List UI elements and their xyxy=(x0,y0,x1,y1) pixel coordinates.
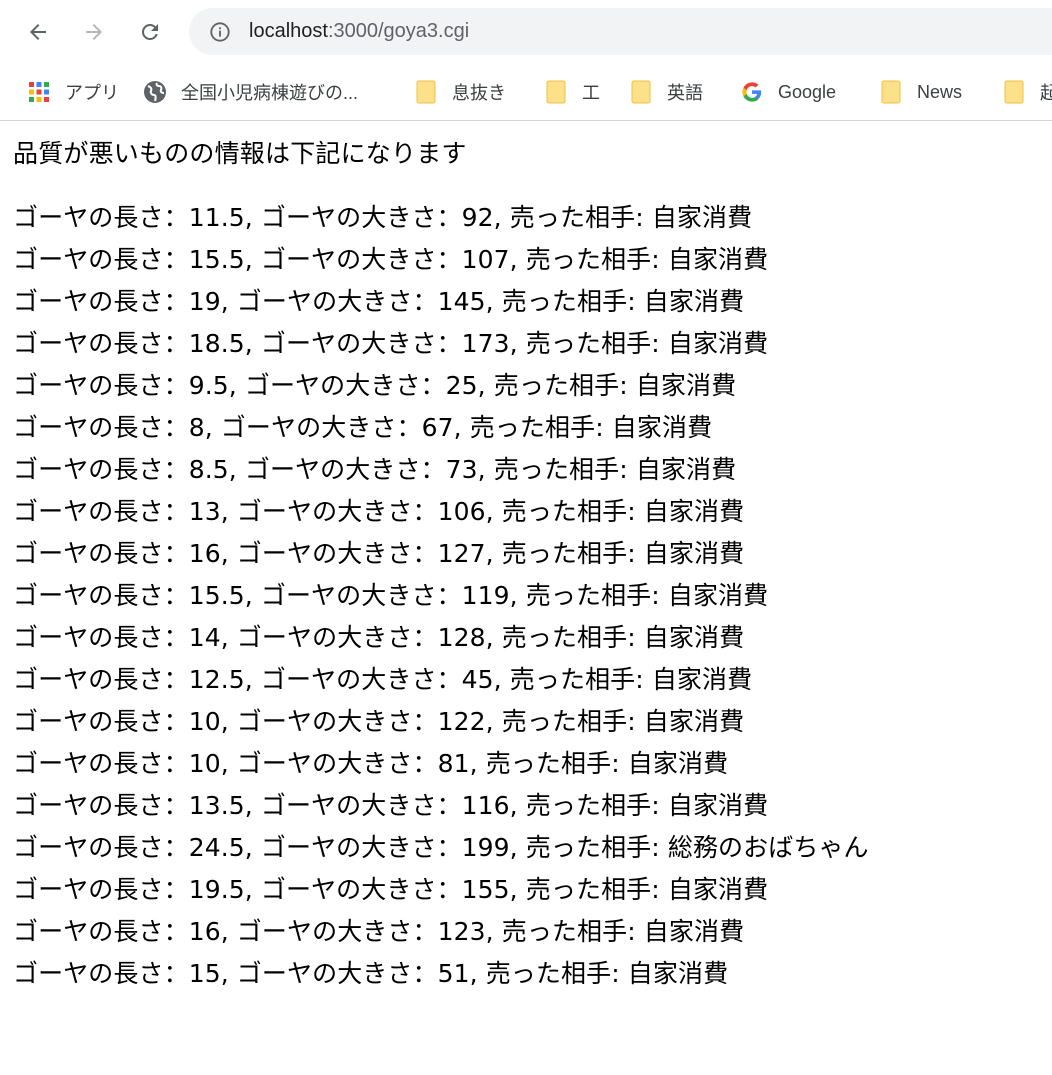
goya-list: ゴーヤの長さ：11.5, ゴーヤの大きさ：92, 売った相手: 自家消費 ゴーヤの… xyxy=(13,197,1052,995)
bookmark-label: News xyxy=(917,81,963,102)
bookmark-folder-news[interactable]: News xyxy=(879,64,962,120)
bookmark-label: アプリ xyxy=(65,83,119,103)
address-bar[interactable]: localhost:3000/goya3.cgi xyxy=(189,8,1052,55)
reload-button[interactable] xyxy=(132,14,168,50)
folder-icon xyxy=(544,80,568,104)
list-item: ゴーヤの長さ：10, ゴーヤの大きさ：122, 売った相手: 自家消費 xyxy=(13,707,745,736)
bookmark-label: 英語 xyxy=(667,83,703,103)
list-item: ゴーヤの長さ：8.5, ゴーヤの大きさ：73, 売った相手: 自家消費 xyxy=(13,455,737,484)
url-host: localhost xyxy=(249,20,328,42)
bookmark-site[interactable]: 全国小児病棟遊びの... xyxy=(143,64,358,120)
bookmark-folder-eigo[interactable]: 英語 xyxy=(629,64,703,120)
list-item: ゴーヤの長さ：24.5, ゴーヤの大きさ：199, 売った相手: 総務のおばちゃ… xyxy=(13,833,869,862)
bookmark-label: 息抜き xyxy=(452,83,506,103)
apps-grid-icon xyxy=(27,80,51,104)
bookmark-label: 全国小児病棟遊びの... xyxy=(181,83,359,103)
url-path: :3000/goya3.cgi xyxy=(327,20,470,42)
bookmark-label: Google xyxy=(778,81,837,102)
folder-icon xyxy=(414,80,438,104)
list-item: ゴーヤの長さ：15, ゴーヤの大きさ：51, 売った相手: 自家消費 xyxy=(13,959,729,988)
list-item: ゴーヤの長さ：19.5, ゴーヤの大きさ：155, 売った相手: 自家消費 xyxy=(13,875,769,904)
list-item: ゴーヤの長さ：12.5, ゴーヤの大きさ：45, 売った相手: 自家消費 xyxy=(13,665,753,694)
url-text: localhost:3000/goya3.cgi xyxy=(249,20,469,43)
bookmark-folder-ikinuki[interactable]: 息抜き xyxy=(414,64,506,120)
back-button[interactable] xyxy=(20,14,56,50)
bookmark-label: 工 xyxy=(582,83,600,103)
info-icon[interactable] xyxy=(207,19,233,45)
google-icon xyxy=(740,80,764,104)
folder-icon xyxy=(629,80,653,104)
list-item: ゴーヤの長さ：15.5, ゴーヤの大きさ：119, 売った相手: 自家消費 xyxy=(13,581,769,610)
reload-icon xyxy=(141,23,158,40)
forward-arrow-icon xyxy=(86,24,102,40)
list-item: ゴーヤの長さ：13.5, ゴーヤの大きさ：116, 売った相手: 自家消費 xyxy=(13,791,769,820)
list-item: ゴーヤの長さ：11.5, ゴーヤの大きさ：92, 売った相手: 自家消費 xyxy=(13,203,753,232)
list-item: ゴーヤの長さ：16, ゴーヤの大きさ：127, 売った相手: 自家消費 xyxy=(13,539,745,568)
list-item: ゴーヤの長さ：8, ゴーヤの大きさ：67, 売った相手: 自家消費 xyxy=(13,413,713,442)
list-item: ゴーヤの長さ：14, ゴーヤの大きさ：128, 売った相手: 自家消費 xyxy=(13,623,745,652)
list-item: ゴーヤの長さ：16, ゴーヤの大きさ：123, 売った相手: 自家消費 xyxy=(13,917,745,946)
bookmark-google[interactable]: Google xyxy=(740,64,836,120)
list-item: ゴーヤの長さ：10, ゴーヤの大きさ：81, 売った相手: 自家消費 xyxy=(13,749,729,778)
list-item: ゴーヤの長さ：9.5, ゴーヤの大きさ：25, 売った相手: 自家消費 xyxy=(13,371,737,400)
page-content: 品質が悪いものの情報は下記になります ゴーヤの長さ：11.5, ゴーヤの大きさ：… xyxy=(0,121,1052,995)
browser-toolbar: localhost:3000/goya3.cgi xyxy=(0,0,1052,64)
bookmark-label: 起 xyxy=(1040,79,1052,105)
list-item: ゴーヤの長さ：19, ゴーヤの大きさ：145, 売った相手: 自家消費 xyxy=(13,287,745,316)
list-item: ゴーヤの長さ：13, ゴーヤの大きさ：106, 売った相手: 自家消費 xyxy=(13,497,745,526)
forward-button[interactable] xyxy=(76,14,112,50)
folder-icon xyxy=(1002,80,1026,104)
bookmarks-bar: アプリ 全国小児病棟遊びの... 息抜き 工 英語 Google News xyxy=(0,64,1052,121)
back-arrow-icon xyxy=(30,24,46,40)
globe-icon xyxy=(143,80,167,104)
bookmark-folder-truncated[interactable]: 起 xyxy=(1002,64,1052,120)
list-item: ゴーヤの長さ：15.5, ゴーヤの大きさ：107, 売った相手: 自家消費 xyxy=(13,245,769,274)
bookmark-folder-ko[interactable]: 工 xyxy=(544,64,600,120)
page-heading: 品質が悪いものの情報は下記になります xyxy=(13,139,467,168)
bookmark-apps[interactable]: アプリ xyxy=(27,64,119,120)
folder-icon xyxy=(879,80,903,104)
list-item: ゴーヤの長さ：18.5, ゴーヤの大きさ：173, 売った相手: 自家消費 xyxy=(13,329,769,358)
